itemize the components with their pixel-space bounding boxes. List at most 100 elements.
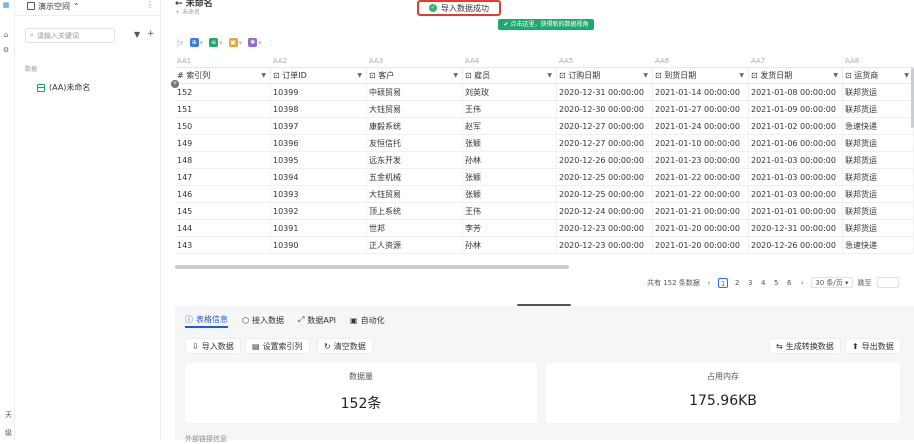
page-number[interactable]: 4 [759,278,767,288]
toolbar-dropdown-4[interactable]: ✱ ▾ [248,38,262,47]
table-cell[interactable]: 李芳 [463,220,557,237]
page-number[interactable]: 5 [772,278,780,288]
column-header[interactable]: ⊡ 客户 ▼ [367,68,463,84]
settings-icon[interactable]: ⚙ [1,45,11,55]
table-cell[interactable]: 2020-12-31 00:00:00 [557,84,653,101]
set-index-button[interactable]: ▤ 设置索引列 [245,338,310,354]
toolbar-dropdown-1[interactable]: ⊕ ▾ [189,38,203,47]
home-icon[interactable]: ⌂ [1,30,11,40]
table-cell[interactable]: 10392 [271,203,367,220]
table-cell[interactable]: 赵军 [463,118,557,135]
table-cell[interactable]: 2021-01-20 00:00:00 [653,237,749,254]
table-cell[interactable]: 2021-01-20 00:00:00 [653,220,749,237]
table-cell[interactable]: 王伟 [463,101,557,118]
table-cell[interactable]: 2021-01-03 00:00:00 [749,152,843,169]
page-number[interactable]: 2 [733,278,741,288]
table-row[interactable]: 144 10391 世邦 李芳 2020-12-23 00:00:00 2021-01-2… [175,220,914,237]
rail-text-2[interactable]: 级 [0,428,12,438]
table-cell[interactable]: 联邦货运 [843,84,914,101]
toolbar-dropdown-3[interactable]: ▣ ▾ [228,38,242,47]
table-cell[interactable]: 2021-01-22 00:00:00 [653,186,749,203]
table-cell[interactable]: 中硕贸易 [367,84,463,101]
column-menu-icon[interactable]: ▼ [904,68,909,84]
panel-tab[interactable]: ⬡ 接入数据 [242,312,284,328]
table-cell[interactable]: 10398 [271,101,367,118]
table-cell[interactable]: 急速快递 [843,118,914,135]
column-header[interactable]: ⊡ 运货商 ▼ [843,68,914,84]
table-cell[interactable]: 联邦货运 [843,169,914,186]
add-row-icon[interactable]: + [171,80,179,88]
table-cell[interactable]: 146 [175,186,271,203]
table-cell[interactable]: 2020-12-25 00:00:00 [557,186,653,203]
table-cell[interactable]: 正人资源 [367,237,463,254]
table-cell[interactable]: 2021-01-14 00:00:00 [653,84,749,101]
column-menu-icon[interactable]: ▼ [739,68,744,84]
table-cell[interactable]: 149 [175,135,271,152]
table-cell[interactable]: 王伟 [463,203,557,220]
table-cell[interactable]: 2020-12-25 00:00:00 [557,169,653,186]
table-cell[interactable]: 友恒信托 [367,135,463,152]
table-cell[interactable]: 2021-01-21 00:00:00 [653,203,749,220]
table-cell[interactable]: 大钰贸易 [367,101,463,118]
table-cell[interactable]: 2020-12-31 00:00:00 [749,220,843,237]
goto-input[interactable] [876,277,899,288]
table-row[interactable]: 148 10395 远东开发 孙林 2020-12-26 00:00:00 2021-01… [175,152,914,169]
search-input[interactable]: ⌕ 请输入关键词 [25,28,115,43]
table-cell[interactable]: 2020-12-26 00:00:00 [749,237,843,254]
table-row[interactable]: 151 10398 大钰贸易 王伟 2020-12-30 00:00:00 2021-01… [175,101,914,118]
table-cell[interactable]: 2021-01-01 00:00:00 [749,203,843,220]
column-header[interactable]: ⊡ 雇员 ▼ [463,68,557,84]
export-data-button[interactable]: ⬆ 导出数据 [845,338,901,354]
filter-icon[interactable]: ▼ [134,30,140,39]
table-row[interactable]: 145 10392 顶上系统 王伟 2020-12-24 00:00:00 2021-01… [175,203,914,220]
table-cell[interactable]: 10397 [271,118,367,135]
table-cell[interactable]: 2021-01-24 00:00:00 [653,118,749,135]
column-header[interactable]: # 索引列 ▼ [175,68,271,84]
table-cell[interactable]: 2020-12-23 00:00:00 [557,220,653,237]
page-number[interactable]: 6 [785,278,793,288]
logo-icon[interactable]: ▦ [1,0,11,10]
table-cell[interactable]: 世邦 [367,220,463,237]
table-cell[interactable]: 2021-01-03 00:00:00 [749,186,843,203]
tree-item-table[interactable]: (AA)未命名 [37,82,90,93]
column-header[interactable]: ⊡ 订单ID ▼ [271,68,367,84]
table-cell[interactable]: 2021-01-09 00:00:00 [749,101,843,118]
table-row[interactable]: 146 10393 大钰贸易 张颖 2020-12-25 00:00:00 2021-01… [175,186,914,203]
generate-transform-button[interactable]: ⇆ 生成转换数据 [769,338,841,354]
table-cell[interactable]: 康毅系统 [367,118,463,135]
clear-data-button[interactable]: ↻ 清空数据 [317,338,373,354]
table-row[interactable]: 147 10394 五金机械 张颖 2020-12-25 00:00:00 2021-01… [175,169,914,186]
prev-page-icon[interactable]: ‹ [705,278,713,288]
table-cell[interactable]: 2020-12-23 00:00:00 [557,237,653,254]
table-cell[interactable]: 10396 [271,135,367,152]
next-page-icon[interactable]: › [798,278,806,288]
formula-icon[interactable]: ƒx [177,39,184,47]
table-cell[interactable]: 刘英玫 [463,84,557,101]
table-row[interactable]: 149 10396 友恒信托 张颖 2020-12-27 00:00:00 2021-01… [175,135,914,152]
column-header[interactable]: ⊡ 发货日期 ▼ [749,68,843,84]
insight-tip[interactable]: ✔ 点击这里，获得新的数据视角 [498,19,594,30]
table-cell[interactable]: 大钰贸易 [367,186,463,203]
table-cell[interactable]: 联邦货运 [843,152,914,169]
column-menu-icon[interactable]: ▼ [357,68,362,84]
table-cell[interactable]: 10394 [271,169,367,186]
table-row[interactable]: 143 10390 正人资源 孙林 2020-12-23 00:00:00 2021-01… [175,237,914,254]
page-size-select[interactable]: 30 条/页 ▾ [811,277,853,288]
table-cell[interactable]: 2021-01-03 00:00:00 [749,169,843,186]
panel-tab[interactable]: ⤢ 数据API [298,312,336,328]
column-menu-icon[interactable]: ▼ [261,68,266,84]
table-cell[interactable]: 10390 [271,237,367,254]
table-cell[interactable]: 急速快递 [843,237,914,254]
table-cell[interactable]: 2021-01-10 00:00:00 [653,135,749,152]
table-cell[interactable]: 143 [175,237,271,254]
table-cell[interactable]: 152 [175,84,271,101]
table-cell[interactable]: 五金机械 [367,169,463,186]
table-cell[interactable]: 148 [175,152,271,169]
page-number[interactable]: 1 [717,277,729,288]
table-cell[interactable]: 2020-12-27 00:00:00 [557,135,653,152]
column-menu-icon[interactable]: ▼ [547,68,552,84]
table-cell[interactable]: 144 [175,220,271,237]
table-cell[interactable]: 2021-01-06 00:00:00 [749,135,843,152]
table-cell[interactable]: 联邦货运 [843,135,914,152]
table-cell[interactable]: 联邦货运 [843,220,914,237]
